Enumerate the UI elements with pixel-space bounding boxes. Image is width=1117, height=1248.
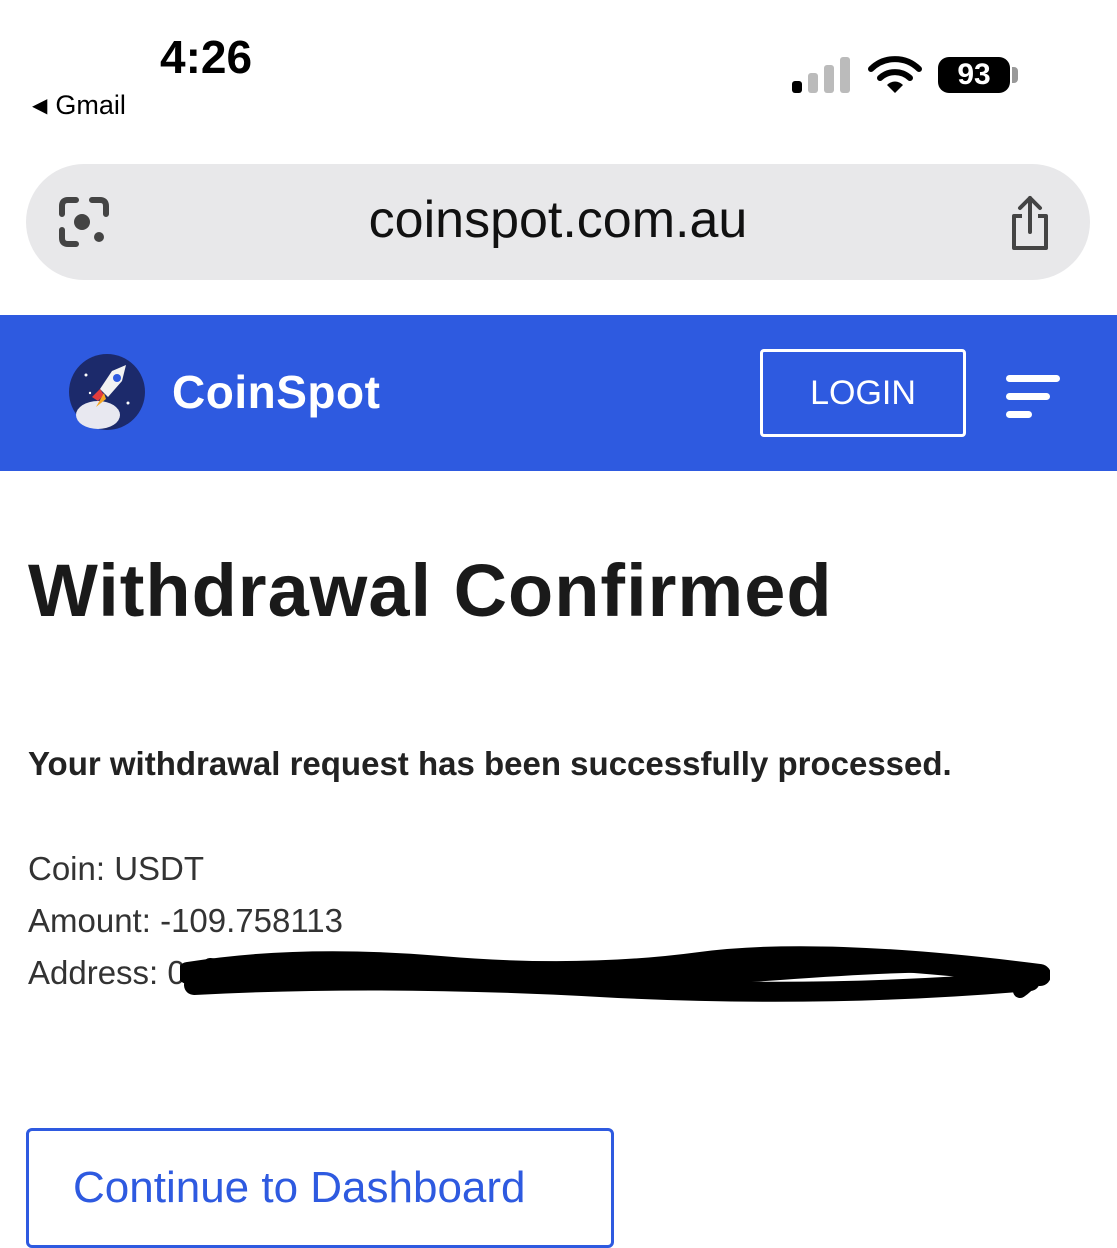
redaction-scribble	[180, 946, 1050, 1002]
site-header: CoinSpot LOGIN	[0, 315, 1117, 471]
coin-value: USDT	[114, 850, 205, 887]
continue-to-dashboard-label: Continue to Dashboard	[73, 1163, 526, 1212]
hamburger-menu-icon[interactable]	[1006, 375, 1062, 419]
amount-label: Amount:	[28, 902, 151, 939]
amount-row: Amount: -109.758113	[28, 902, 343, 940]
battery-icon: 93	[938, 57, 1010, 93]
back-to-app-link[interactable]: ◀ Gmail	[32, 90, 126, 121]
address-bar[interactable]: coinspot.com.au	[26, 164, 1090, 280]
signal-icon	[792, 57, 850, 93]
page-title: Withdrawal Confirmed	[28, 549, 833, 632]
back-app-label: Gmail	[55, 90, 126, 120]
amount-value: -109.758113	[160, 902, 343, 939]
address-label: Address:	[28, 954, 159, 991]
status-time: 4:26	[160, 31, 253, 83]
share-icon[interactable]	[1006, 194, 1054, 252]
continue-to-dashboard-button[interactable]: Continue to Dashboard	[26, 1128, 614, 1248]
login-button[interactable]: LOGIN	[760, 349, 966, 437]
battery-nub	[1012, 67, 1018, 83]
wifi-icon	[868, 56, 922, 93]
rocket-logo-icon[interactable]	[68, 353, 146, 431]
coin-row: Coin: USDT	[28, 850, 204, 888]
url-text[interactable]: coinspot.com.au	[26, 190, 1090, 250]
back-arrow-icon: ◀	[32, 95, 48, 117]
coin-label: Coin:	[28, 850, 106, 887]
brand-name[interactable]: CoinSpot	[172, 365, 380, 419]
success-message: Your withdrawal request has been success…	[28, 745, 952, 782]
address-row: Address: 0	[28, 954, 186, 992]
